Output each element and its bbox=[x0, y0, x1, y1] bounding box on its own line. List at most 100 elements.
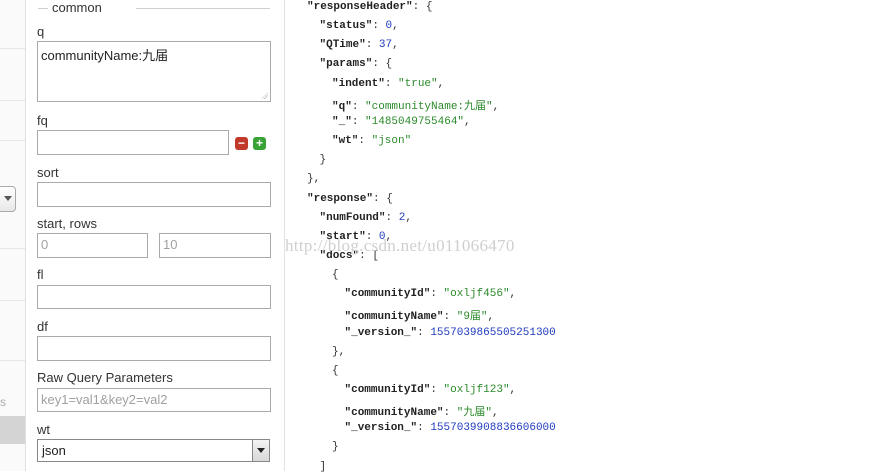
json-line: "responseHeader": { bbox=[307, 1, 432, 13]
minus-icon: − bbox=[237, 136, 245, 150]
core-selector-dropdown[interactable] bbox=[0, 186, 16, 212]
fq-label: fq bbox=[37, 113, 48, 128]
df-input[interactable] bbox=[37, 336, 271, 361]
json-comma: , bbox=[405, 211, 412, 224]
json-colon: : bbox=[372, 58, 386, 71]
json-colon: : bbox=[417, 422, 431, 435]
json-line: } bbox=[332, 441, 339, 453]
json-comma: , bbox=[464, 115, 471, 128]
json-number-value: 37 bbox=[378, 39, 393, 52]
json-response-panel: "responseHeader": { "status": 0, "QTime": … bbox=[285, 0, 878, 473]
json-colon: : bbox=[373, 192, 387, 205]
json-key: "params" bbox=[319, 58, 373, 71]
json-bracket: { bbox=[425, 1, 433, 13]
json-line: "numFound": 2, bbox=[320, 212, 412, 224]
json-line: "status": 0, bbox=[320, 20, 399, 32]
json-comma: , bbox=[392, 20, 399, 33]
rows-input[interactable]: 10 bbox=[159, 233, 271, 258]
json-string-value: "1485049755464" bbox=[365, 115, 465, 128]
json-key: "communityId" bbox=[344, 384, 431, 396]
json-line: "params": { bbox=[320, 58, 393, 70]
wt-select[interactable]: json bbox=[37, 439, 270, 462]
query-form: common q communityName:九届 fq − + sort st… bbox=[26, 0, 285, 471]
json-comma: , bbox=[437, 77, 445, 90]
json-key: "_" bbox=[332, 115, 352, 128]
chevron-down-icon bbox=[4, 196, 12, 201]
json-line: "response": { bbox=[307, 193, 393, 205]
json-colon: : bbox=[385, 211, 399, 224]
json-bracket: } bbox=[319, 154, 327, 167]
resize-handle-icon[interactable] bbox=[261, 92, 268, 99]
json-colon: : bbox=[384, 77, 399, 90]
raw-params-input[interactable]: key1=val1&key2=val2 bbox=[37, 388, 271, 412]
json-bracket: }, bbox=[307, 173, 321, 186]
json-line: "indent": "true", bbox=[332, 78, 444, 90]
chevron-down-icon[interactable] bbox=[252, 440, 269, 461]
json-line: } bbox=[320, 154, 327, 166]
json-line: "_": "1485049755464", bbox=[332, 116, 471, 128]
json-colon: : bbox=[351, 115, 366, 128]
start-input[interactable]: 0 bbox=[37, 233, 148, 258]
strip-divider bbox=[0, 300, 25, 301]
json-string-value: "9届" bbox=[456, 311, 488, 324]
json-line: { bbox=[332, 269, 339, 281]
json-line: "communityName": "九届", bbox=[345, 403, 499, 419]
json-string-value: "true" bbox=[398, 77, 438, 90]
json-line: "q": "communityName:九届", bbox=[332, 97, 499, 113]
df-label: df bbox=[37, 319, 48, 334]
strip-divider bbox=[0, 48, 25, 49]
json-line: "communityName": "9届", bbox=[345, 307, 495, 323]
json-number-value: 1557039908836606000 bbox=[430, 422, 556, 435]
json-line: "communityId": "oxljf123", bbox=[345, 384, 517, 396]
strip-divider bbox=[0, 248, 25, 249]
add-fq-button[interactable]: + bbox=[253, 137, 266, 150]
q-label: q bbox=[37, 24, 45, 39]
json-string-value: "oxljf123" bbox=[443, 384, 510, 396]
strip-divider bbox=[0, 100, 25, 101]
fl-label: fl bbox=[37, 267, 44, 282]
json-line: { bbox=[332, 365, 339, 377]
json-comma: , bbox=[509, 384, 517, 396]
json-colon: : bbox=[430, 288, 444, 301]
json-comma: , bbox=[487, 311, 495, 324]
left-navigation-strip: s bbox=[0, 0, 26, 471]
json-key: "indent" bbox=[332, 77, 385, 90]
json-key: "communityName" bbox=[344, 311, 444, 324]
rows-placeholder: 10 bbox=[163, 237, 178, 252]
sidebar-item-active[interactable] bbox=[0, 416, 25, 444]
json-comma: , bbox=[392, 39, 399, 52]
fl-input[interactable] bbox=[37, 285, 271, 309]
raw-params-placeholder: key1=val1&key2=val2 bbox=[41, 392, 168, 407]
json-line: "_version_": 1557039908836606000 bbox=[345, 422, 556, 434]
sort-label: sort bbox=[37, 165, 59, 180]
plus-icon: + bbox=[255, 136, 263, 150]
json-string-value: "communityName:九届" bbox=[365, 100, 493, 113]
sort-input[interactable] bbox=[37, 182, 271, 207]
json-key: "communityName" bbox=[344, 407, 444, 420]
fq-input[interactable] bbox=[37, 130, 229, 155]
json-key: "responseHeader" bbox=[307, 1, 413, 13]
json-key: "_version_" bbox=[344, 326, 418, 339]
remove-fq-button[interactable]: − bbox=[235, 137, 248, 150]
json-colon: : bbox=[372, 20, 386, 33]
json-line: "wt": "json" bbox=[332, 135, 411, 147]
json-comma: , bbox=[491, 407, 499, 420]
json-line: "QTime": 37, bbox=[320, 39, 399, 51]
json-number-value: 1557039865505251300 bbox=[430, 326, 556, 339]
wt-label: wt bbox=[37, 422, 50, 437]
json-colon: : bbox=[351, 100, 366, 113]
q-textarea[interactable]: communityName:九届 bbox=[37, 41, 271, 102]
sidebar-item-fragment[interactable]: s bbox=[0, 395, 6, 409]
json-string-value: "九届" bbox=[456, 407, 492, 420]
json-bracket: { bbox=[332, 269, 339, 282]
json-line: "communityId": "oxljf456", bbox=[345, 288, 517, 300]
json-string-value: "oxljf456" bbox=[443, 288, 510, 301]
json-line: }, bbox=[332, 346, 345, 358]
strip-divider bbox=[0, 360, 25, 361]
json-key: "_version_" bbox=[344, 422, 418, 435]
json-key: "numFound" bbox=[319, 211, 386, 224]
fieldset-border bbox=[136, 8, 270, 9]
json-comma: , bbox=[509, 288, 517, 301]
json-key: "wt" bbox=[332, 135, 359, 148]
fieldset-border bbox=[38, 8, 48, 9]
